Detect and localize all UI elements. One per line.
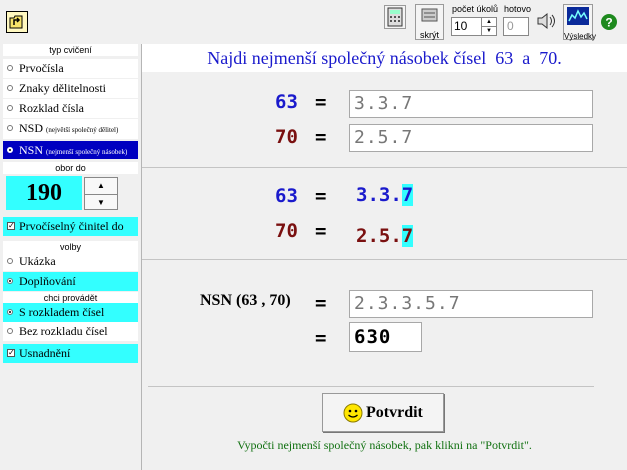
radio-icon [7,125,13,131]
typ-option-prvocisla[interactable]: Prvočísla [3,59,138,78]
sidebar: typ cvičení Prvočísla Znaky dělitelnosti… [0,44,142,470]
results-chart-icon [567,7,589,25]
radio-selected-icon [7,147,13,153]
obor-header: obor do [3,162,138,174]
checkbox-checked-icon: ✓ [7,221,15,230]
pocet-label: počet úkolů [452,4,499,14]
svg-text:?: ? [605,16,612,30]
sec2-factors1-common: 7 [401,184,414,206]
hotovo-label: hotovo [504,4,532,14]
nsn-factors-field[interactable]: 2.3.3.5.7 [349,290,593,318]
sec2-factors2: 2.5.7 [356,223,414,249]
row2-equals: = [315,126,327,148]
typ-option-znaky[interactable]: Znaky dělitelnosti [3,79,138,98]
sec2-equals2: = [315,220,327,242]
radio-icon [7,85,13,91]
divider [142,259,627,260]
pocet-stepper[interactable]: 10 ▲ ▼ [451,17,497,36]
sec2-equals1: = [315,185,327,207]
calculator-button[interactable] [384,5,406,29]
sound-button[interactable] [534,8,558,36]
toolbar: skrýt počet úkolů 10 ▲ ▼ hotovo 0 Výsled… [0,0,627,45]
hotovo-value: 0 [507,19,514,33]
typ-option-nsn[interactable]: NSN (nejmenší společný násobek) [3,141,138,159]
hotovo-field: 0 [503,17,529,36]
prvo-checkbox[interactable]: ✓Prvočíselný činitel do 10 [3,217,138,252]
typ-option-label: NSN [19,143,44,157]
result-equals: = [315,327,327,349]
pocet-value[interactable]: 10 [454,19,467,33]
row1-number: 63 [275,91,298,113]
confirm-button[interactable]: Potvrdit [322,393,444,432]
radio-icon [7,258,13,264]
obor-down-button[interactable]: ▼ [85,195,117,210]
sec2-factors2-rest: 2.5. [356,225,402,247]
radio-selected-icon [7,278,13,284]
help-icon: ? [601,14,617,30]
typ-option-sub: (největší společný dělitel) [46,126,119,134]
sec2-factors1-rest: 3.3. [356,184,402,206]
sec2-factors1: 3.3.7 [356,182,414,208]
chci-option-label: S rozkladem čísel [19,305,105,319]
radio-selected-icon [7,309,13,315]
obor-up-button[interactable]: ▲ [85,178,117,195]
row1-factor-field[interactable]: 3.3.7 [349,90,593,118]
divider [148,386,594,387]
radio-icon [7,65,13,71]
volby-option-doplnovani[interactable]: Doplňování [3,272,138,291]
row2-factor-field[interactable]: 2.5.7 [349,124,593,152]
obor-value: 190 [26,180,62,206]
pocet-down-button[interactable]: ▼ [481,26,496,35]
results-label: Výsledky [564,32,597,41]
chci-option-label: Bez rozkladu čísel [19,324,108,338]
row2-number: 70 [275,126,298,148]
obor-value-box: 190 [6,176,82,210]
volby-option-ukazka[interactable]: Ukázka [3,252,138,271]
confirm-label: Potvrdit [366,404,423,421]
hide-icon [421,8,438,22]
typ-option-label: Znaky dělitelnosti [19,81,106,95]
title-bar: Najdi nejmenší společný násobek čísel 63… [142,44,627,72]
folder-up-button[interactable] [6,11,28,33]
sec2-number2: 70 [275,220,298,242]
usnadneni-checkbox[interactable]: ✓ Usnadnění [3,344,138,363]
help-button[interactable]: ? [600,13,618,31]
speaker-icon [537,12,555,30]
typ-option-label: Rozklad čísla [19,101,84,115]
typ-option-nsd[interactable]: NSD (největší společný dělitel) [3,119,138,139]
usnadneni-label: Usnadnění [19,346,71,360]
results-button[interactable]: Výsledky [563,4,597,41]
sec2-factors2-common: 7 [401,225,414,247]
pocet-up-button[interactable]: ▲ [481,18,496,26]
hide-label: skrýt [420,30,439,40]
calculator-icon [387,7,403,27]
nsn-equals: = [315,292,327,314]
divider [142,167,627,168]
hint-text: Vypočti nejmenší společný násobek, pak k… [237,438,532,452]
checkbox-checked-icon: ✓ [7,348,15,357]
typ-option-label: Prvočísla [19,61,64,75]
typ-option-rozklad[interactable]: Rozklad čísla [3,99,138,118]
nsn-label: NSN (63 , 70) [200,292,291,309]
radio-icon [7,328,13,334]
typ-option-label: NSD [19,121,44,135]
chci-option-bez-rozkladu[interactable]: Bez rozkladu čísel [3,322,138,341]
chci-option-s-rozkladem[interactable]: S rozkladem čísel [3,303,138,322]
page-title: Najdi nejmenší společný násobek čísel 63… [207,48,562,68]
volby-option-label: Ukázka [19,254,56,268]
radio-icon [7,105,13,111]
row1-equals: = [315,91,327,113]
smiley-icon [343,403,363,423]
obor-stepper[interactable]: ▲ ▼ [84,177,118,210]
sec2-number1: 63 [275,185,298,207]
typ-header: typ cvičení [3,44,138,56]
nsn-result-field[interactable]: 630 [349,322,422,352]
hide-button[interactable]: skrýt [415,4,444,40]
typ-option-sub: (nejmenší společný násobek) [46,148,128,156]
folder-up-icon [9,15,23,29]
volby-option-label: Doplňování [19,274,76,288]
